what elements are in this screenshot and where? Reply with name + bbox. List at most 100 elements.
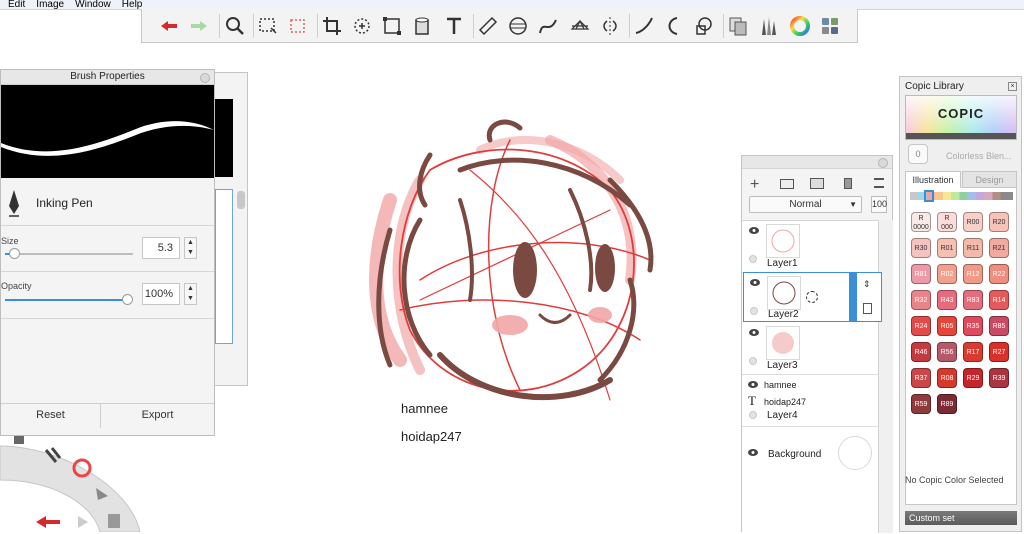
copic-swatch[interactable]: R30 <box>911 238 931 258</box>
symmetry-icon[interactable] <box>597 13 623 39</box>
tab-illustration[interactable]: Illustration <box>905 171 961 188</box>
menu-icon[interactable] <box>874 178 884 188</box>
crop-icon[interactable] <box>319 13 345 39</box>
layer-select-radio[interactable] <box>750 307 758 315</box>
copic-swatch[interactable]: R24 <box>911 316 931 336</box>
copic-swatch[interactable]: R08 <box>937 368 957 388</box>
export-button[interactable]: Export <box>101 404 214 426</box>
undo-icon[interactable] <box>156 13 182 39</box>
copic-swatch[interactable]: R89 <box>937 394 957 414</box>
menu-help[interactable]: Help <box>122 0 143 9</box>
size-slider-knob[interactable] <box>9 248 20 259</box>
copic-swatch[interactable]: R02 <box>937 264 957 284</box>
copic-swatch[interactable]: R46 <box>911 342 931 362</box>
colorless-blender-swatch[interactable]: 0 <box>908 144 928 164</box>
copic-swatch[interactable]: R83 <box>963 290 983 310</box>
add-layer-icon[interactable]: + <box>750 176 759 194</box>
size-slider-track[interactable] <box>5 253 133 255</box>
copic-swatch[interactable]: R27 <box>989 342 1009 362</box>
layer-opacity-value[interactable]: 100 <box>871 196 887 213</box>
copic-swatch[interactable]: R32 <box>911 290 931 310</box>
stroke-icon[interactable] <box>631 13 657 39</box>
image-layer-icon[interactable] <box>810 178 824 189</box>
lagoon-tool-ring[interactable] <box>0 436 150 532</box>
opacity-value[interactable]: 100% <box>142 283 180 305</box>
size-stepper[interactable]: ▲ ▼ <box>184 237 197 259</box>
copic-swatch[interactable]: R29 <box>963 368 983 388</box>
grid-icon[interactable] <box>817 13 843 39</box>
copic-swatch[interactable]: R01 <box>937 238 957 258</box>
copic-swatch[interactable]: R81 <box>911 264 931 284</box>
zoom-icon[interactable] <box>222 13 248 39</box>
text-icon[interactable] <box>441 13 467 39</box>
opacity-stepper[interactable]: ▲ ▼ <box>184 283 197 305</box>
predictive-icon[interactable] <box>661 13 687 39</box>
menu-window[interactable]: Window <box>75 0 111 9</box>
copic-swatch[interactable]: R00 <box>963 212 983 232</box>
layer-transform-icon[interactable] <box>806 291 818 303</box>
layers-close-icon[interactable] <box>878 158 888 168</box>
brush-library-icon[interactable] <box>755 13 781 39</box>
eye-icon[interactable] <box>749 329 759 336</box>
eye-icon[interactable] <box>748 381 758 388</box>
select-icon[interactable] <box>255 13 281 39</box>
layer-row-layer3[interactable]: Layer3 <box>742 323 878 375</box>
transform-icon[interactable] <box>349 13 375 39</box>
copic-swatch[interactable]: R17 <box>963 342 983 362</box>
trash-icon[interactable] <box>844 178 852 189</box>
layer-select-radio[interactable] <box>749 255 757 263</box>
copic-swatch[interactable]: R11 <box>963 238 983 258</box>
layer-order-icon[interactable]: ⇕ <box>863 279 871 290</box>
color-wheel-icon[interactable] <box>787 13 813 39</box>
reset-button[interactable]: Reset <box>1 404 100 426</box>
distort-icon[interactable] <box>379 13 405 39</box>
menu-image[interactable]: Image <box>36 0 64 9</box>
copic-swatch[interactable]: R05 <box>937 316 957 336</box>
layer-row-layer2[interactable]: Layer2 ⇕ <box>743 272 882 322</box>
layer-lock-icon[interactable] <box>863 303 872 314</box>
copic-swatch[interactable]: R59 <box>911 394 931 414</box>
tab-design[interactable]: Design <box>962 171 1017 188</box>
copic-swatch[interactable]: R20 <box>989 212 1009 232</box>
layer-select-radio[interactable] <box>749 357 757 365</box>
eye-icon[interactable] <box>749 227 759 234</box>
copic-swatch[interactable]: R85 <box>989 316 1009 336</box>
copic-swatch[interactable]: R43 <box>937 290 957 310</box>
background-color-swatch[interactable] <box>838 436 872 470</box>
panel-close-icon[interactable] <box>200 73 210 83</box>
size-value[interactable]: 5.3 <box>142 237 180 259</box>
copic-swatch[interactable]: R37 <box>911 368 931 388</box>
eye-icon[interactable] <box>748 449 758 456</box>
copic-swatch[interactable]: R 000 <box>937 212 957 232</box>
copic-swatch[interactable]: R35 <box>963 316 983 336</box>
copic-swatch[interactable]: R56 <box>937 342 957 362</box>
magic-select-icon[interactable] <box>285 13 311 39</box>
layer-scrub-bar[interactable] <box>849 273 857 321</box>
copic-swatch[interactable]: R12 <box>963 264 983 284</box>
layer-row-layer1[interactable]: Layer1 <box>742 221 878 273</box>
layer-row-background[interactable]: Background <box>742 430 878 476</box>
fill-icon[interactable] <box>409 13 435 39</box>
copic-swatch[interactable]: R22 <box>989 264 1009 284</box>
copic-swatch[interactable]: R39 <box>989 368 1009 388</box>
copy-icon[interactable] <box>725 13 751 39</box>
copic-swatch[interactable]: R 0000 <box>911 212 931 232</box>
layer-row-text-group[interactable]: hamnee T hoidap247 Layer4 <box>742 375 878 427</box>
perspective-icon[interactable] <box>567 13 593 39</box>
canvas-sketch[interactable] <box>360 110 680 420</box>
shape-icon[interactable] <box>691 13 717 39</box>
redo-icon[interactable] <box>186 13 212 39</box>
eye-icon[interactable] <box>750 279 760 286</box>
close-icon[interactable]: × <box>1008 82 1017 91</box>
ellipse-guide-icon[interactable] <box>505 13 531 39</box>
french-curve-icon[interactable] <box>535 13 561 39</box>
copic-swatch[interactable]: R14 <box>989 290 1009 310</box>
blend-mode-select[interactable]: Normal ▼ <box>749 196 862 213</box>
layer-select-radio[interactable] <box>749 411 757 419</box>
menu-edit[interactable]: Edit <box>8 0 25 9</box>
custom-set-header[interactable]: Custom set <box>905 511 1017 525</box>
folder-icon[interactable] <box>780 179 794 189</box>
copic-swatch[interactable]: R21 <box>989 238 1009 258</box>
opacity-slider-knob[interactable] <box>122 294 133 305</box>
ruler-icon[interactable] <box>475 13 501 39</box>
